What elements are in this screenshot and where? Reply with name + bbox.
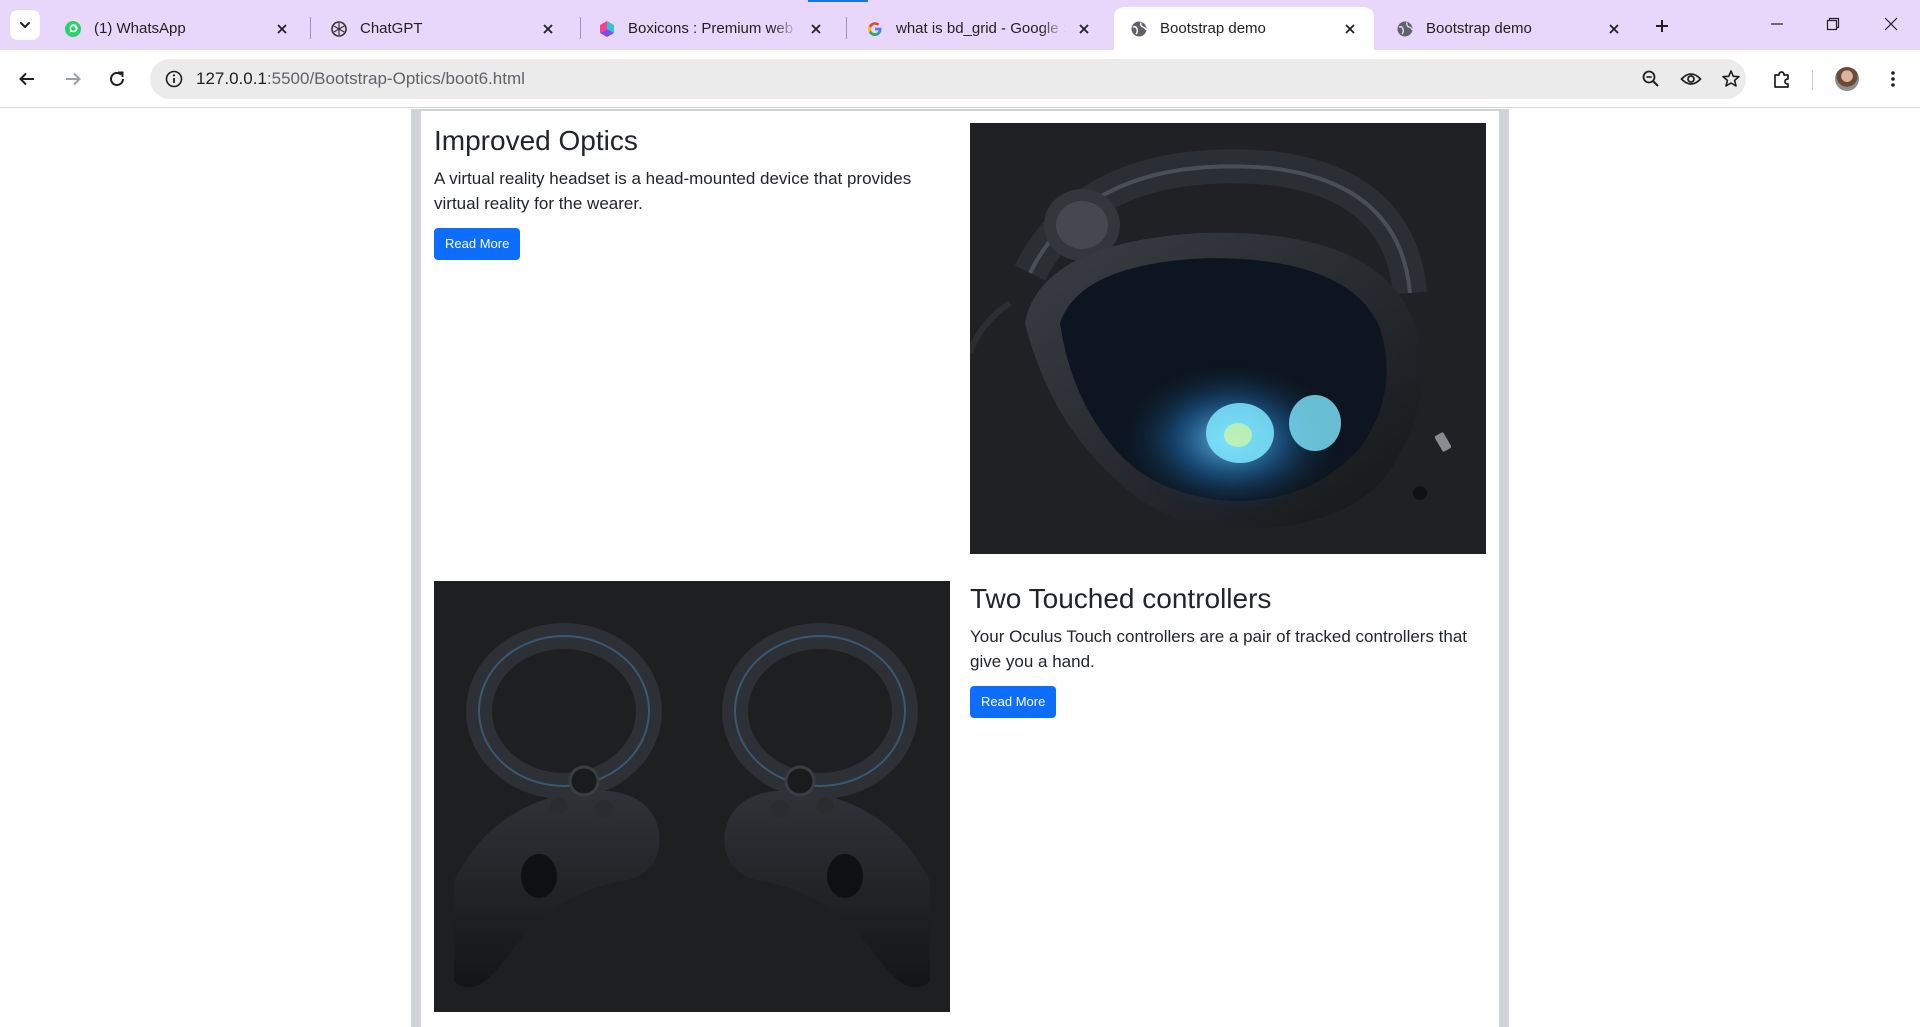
vr-headset-image <box>970 123 1486 554</box>
globe-icon <box>1396 20 1414 38</box>
tab-title: Bootstrap demo <box>1160 20 1266 37</box>
content-container: Improved Optics A virtual reality headse… <box>411 109 1509 1027</box>
zoom-out-icon[interactable] <box>1636 64 1666 94</box>
extensions-button[interactable] <box>1767 64 1797 94</box>
menu-button[interactable] <box>1878 64 1908 94</box>
plus-icon <box>1656 20 1668 32</box>
close-icon <box>1884 17 1898 31</box>
tab-boxicons[interactable]: Boxicons : Premium web fr <box>582 7 840 50</box>
reload-button[interactable] <box>102 64 132 94</box>
tab-bootstrap-demo[interactable]: Bootstrap demo <box>1380 7 1638 50</box>
feature-description: Your Oculus Touch controllers are a pair… <box>970 626 1468 671</box>
read-more-button[interactable]: Read More <box>970 685 1057 718</box>
url-path: :5500/Bootstrap-Optics/boot6.html <box>266 69 525 88</box>
tab-title: Boxicons : Premium web fr <box>628 20 798 37</box>
tab-whatsapp[interactable]: (1) WhatsApp <box>48 7 306 50</box>
tab-chatgpt[interactable]: ChatGPT <box>314 7 572 50</box>
feature-optics: Improved Optics A virtual reality headse… <box>434 124 954 260</box>
toolbar-separator <box>1812 70 1813 90</box>
address-bar[interactable]: 127.0.0.1:5500/Bootstrap-Optics/boot6.ht… <box>150 59 1746 99</box>
close-icon[interactable] <box>1604 19 1624 39</box>
close-icon[interactable] <box>272 19 292 39</box>
touch-controllers-image <box>434 581 950 1012</box>
arrow-right-icon <box>66 72 81 86</box>
restore-icon <box>1826 17 1840 31</box>
tab-bootstrap-demo-active[interactable]: Bootstrap demo <box>1114 7 1374 50</box>
url-host: 127.0.0.1 <box>196 69 267 88</box>
feature-controllers: Two Touched controllers Your Oculus Touc… <box>970 582 1490 718</box>
close-icon[interactable] <box>1340 19 1360 39</box>
restore-button[interactable] <box>1810 8 1856 40</box>
minimize-icon <box>1771 23 1783 25</box>
eye-icon[interactable] <box>1676 64 1706 94</box>
read-more-button[interactable]: Read More <box>434 227 521 260</box>
close-window-button[interactable] <box>1868 8 1914 40</box>
tab-separator <box>846 17 847 39</box>
chatgpt-icon <box>330 20 348 38</box>
tab-title: what is bd_grid - Google S <box>896 20 1066 37</box>
google-icon <box>866 20 884 38</box>
arrow-left-icon <box>19 72 34 86</box>
chevron-down-icon <box>20 22 30 28</box>
more-vertical-icon <box>1891 71 1895 87</box>
boxicons-icon <box>598 20 616 38</box>
back-button[interactable] <box>12 64 42 94</box>
puzzle-icon <box>1774 71 1789 88</box>
site-info-icon[interactable] <box>154 59 194 99</box>
globe-icon <box>1130 20 1148 38</box>
tab-title: (1) WhatsApp <box>94 20 186 37</box>
forward-button[interactable] <box>58 64 88 94</box>
feature-heading: Improved Optics <box>434 125 638 156</box>
feature-description: A virtual reality headset is a head-moun… <box>434 168 912 213</box>
page-viewport: Improved Optics A virtual reality headse… <box>0 109 1920 1027</box>
close-icon[interactable] <box>806 19 826 39</box>
tab-separator <box>580 17 581 39</box>
tab-title: ChatGPT <box>360 20 423 37</box>
close-icon[interactable] <box>1074 19 1094 39</box>
profile-button[interactable] <box>1832 64 1862 94</box>
minimize-button[interactable] <box>1754 8 1800 40</box>
tab-google-search[interactable]: what is bd_grid - Google S <box>850 7 1108 50</box>
tab-title: Bootstrap demo <box>1426 20 1532 37</box>
tab-separator <box>310 17 311 39</box>
avatar <box>1835 67 1859 91</box>
close-icon[interactable] <box>538 19 558 39</box>
loading-indicator <box>808 0 868 2</box>
whatsapp-icon <box>64 20 82 38</box>
bookmark-star-icon[interactable] <box>1716 64 1746 94</box>
url-text: 127.0.0.1:5500/Bootstrap-Optics/boot6.ht… <box>196 69 525 89</box>
tab-search-button[interactable] <box>10 10 40 40</box>
new-tab-button[interactable] <box>1648 12 1676 40</box>
reload-icon <box>110 71 124 86</box>
feature-heading: Two Touched controllers <box>970 583 1272 614</box>
tab-strip: (1) WhatsApp ChatGPT Boxicons : Premium … <box>0 0 1920 50</box>
browser-toolbar: 127.0.0.1:5500/Bootstrap-Optics/boot6.ht… <box>0 50 1920 108</box>
